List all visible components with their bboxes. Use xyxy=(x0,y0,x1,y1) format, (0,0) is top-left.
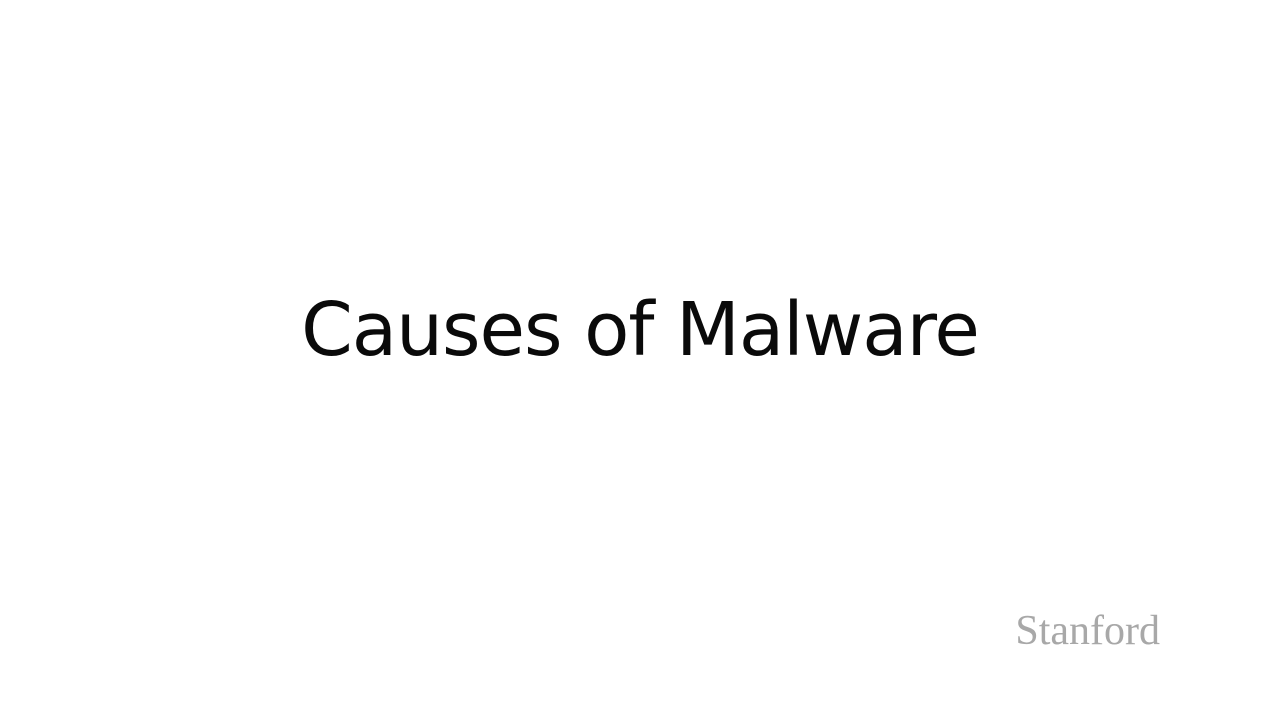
slide-title: Causes of Malware xyxy=(301,287,980,373)
stanford-logo: Stanford xyxy=(1015,608,1160,654)
slide: Causes of Malware Stanford xyxy=(0,0,1280,720)
